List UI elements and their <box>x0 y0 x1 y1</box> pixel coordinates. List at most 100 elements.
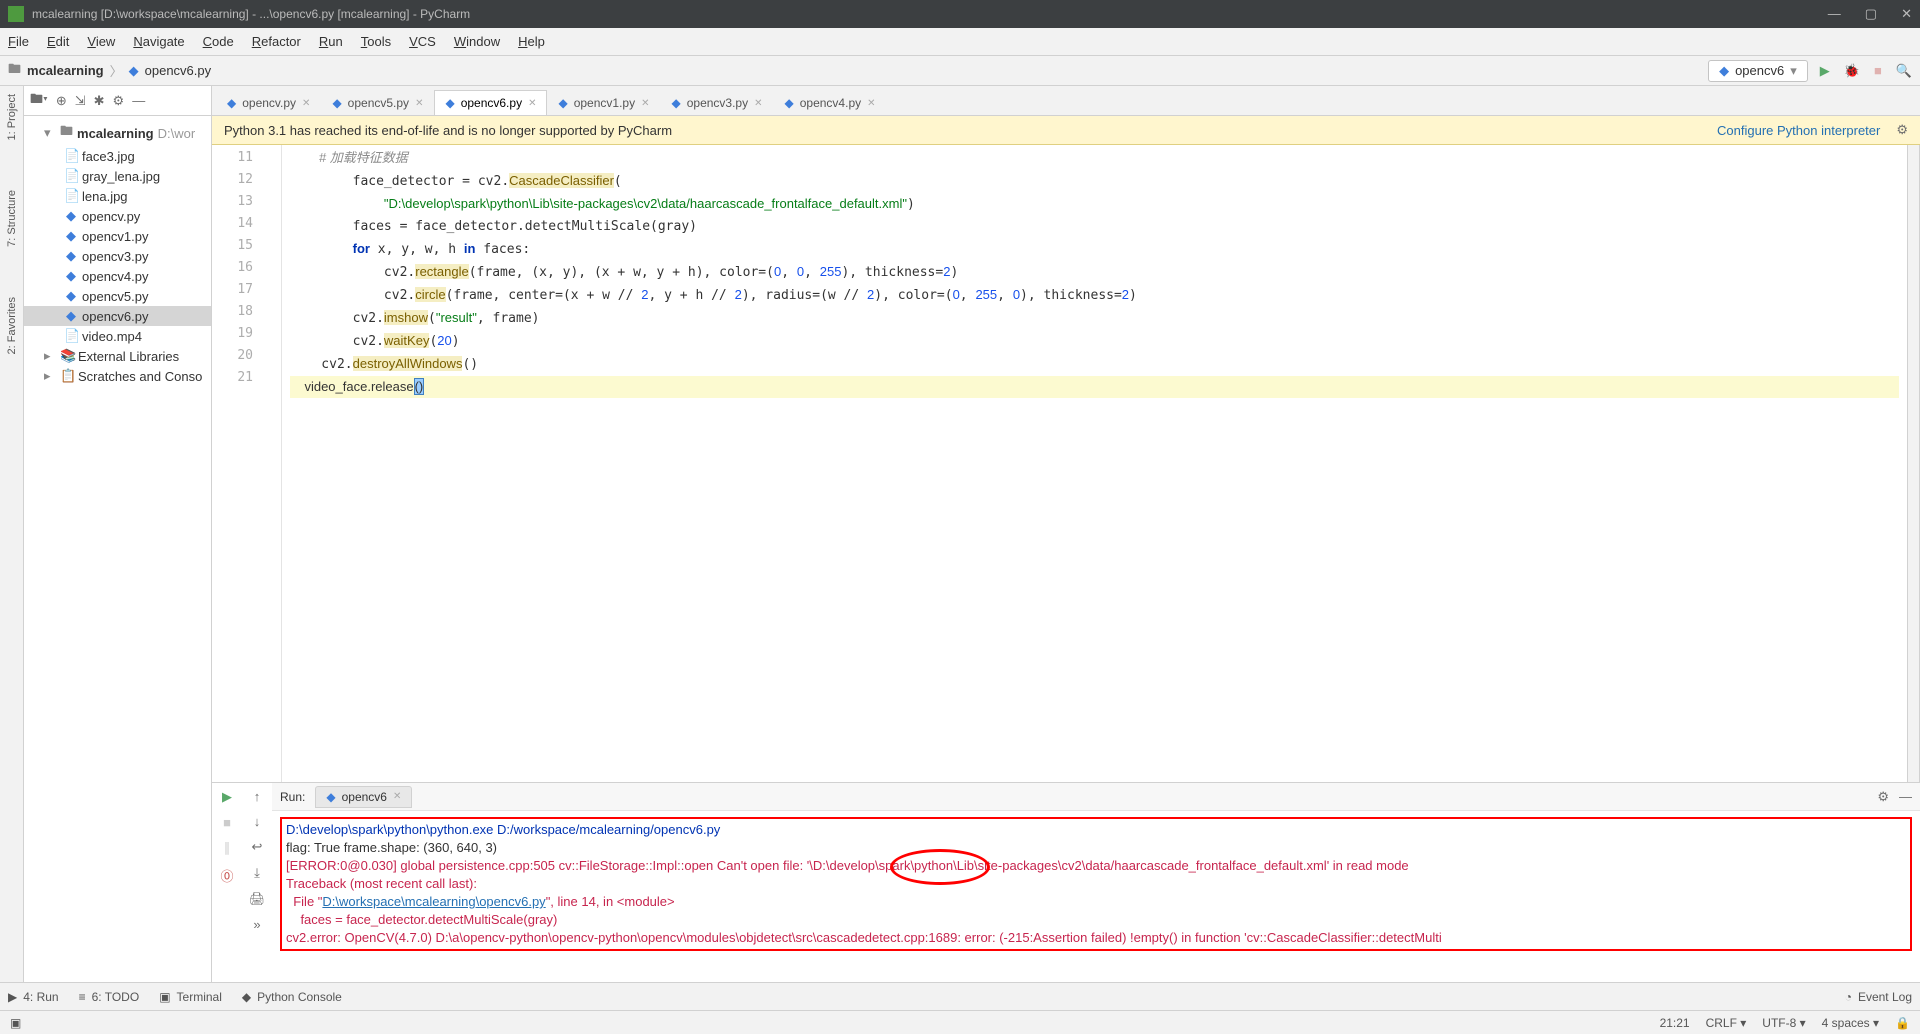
search-button[interactable]: 🔍 <box>1896 63 1912 79</box>
more-icon[interactable]: » <box>253 917 260 932</box>
run-tab-button[interactable]: ▶ 4: Run <box>8 990 59 1004</box>
close-button[interactable]: ✕ <box>1901 6 1912 22</box>
debug-button[interactable]: 🐞 <box>1844 63 1860 79</box>
bottom-tool-tabs: ▶ 4: Run ≡ 6: TODO ▣ Terminal ◆ Python C… <box>0 982 1920 1010</box>
file-encoding[interactable]: UTF-8 ▾ <box>1762 1016 1805 1030</box>
close-icon[interactable]: ✕ <box>302 98 310 109</box>
left-side-tabs: 1: Project 7: Structure 2: Favorites <box>0 86 24 982</box>
close-icon[interactable]: ✕ <box>867 98 875 109</box>
file-opencv1-py[interactable]: ◆ opencv1.py <box>24 226 211 246</box>
banner-gear-icon[interactable]: ⚙ <box>1896 122 1908 138</box>
terminal-tab-button[interactable]: ▣ Terminal <box>159 990 222 1004</box>
todo-tab-button[interactable]: ≡ 6: TODO <box>79 990 140 1004</box>
menu-refactor[interactable]: Refactor <box>252 34 301 49</box>
file-face3-jpg[interactable]: 📄 face3.jpg <box>24 146 211 166</box>
locate-icon[interactable]: ⊕ <box>56 93 67 109</box>
menu-edit[interactable]: Edit <box>47 34 69 49</box>
stop-run-button[interactable]: ■ <box>223 815 231 830</box>
navbar: 🖿 mcalearning 〉 ◆ opencv6.py ◆ opencv6 ▾… <box>0 56 1920 86</box>
close-icon[interactable]: ✕ <box>641 98 649 109</box>
file-video-mp4[interactable]: 📄 video.mp4 <box>24 326 211 346</box>
hide-icon[interactable]: — <box>132 93 145 108</box>
run-button[interactable]: ▶ <box>1820 63 1830 79</box>
close-icon[interactable]: ✕ <box>754 98 762 109</box>
caret-position[interactable]: 21:21 <box>1660 1016 1690 1030</box>
run-config-label: opencv6 <box>1735 63 1784 78</box>
menu-window[interactable]: Window <box>454 34 500 49</box>
run-hide-icon[interactable]: — <box>1899 789 1912 804</box>
line-separator[interactable]: CRLF ▾ <box>1706 1016 1747 1030</box>
close-icon[interactable]: ✕ <box>528 98 536 109</box>
menu-navigate[interactable]: Navigate <box>133 34 184 49</box>
file-opencv3-py[interactable]: ◆ opencv3.py <box>24 246 211 266</box>
project-select-icon[interactable]: 🖿▾ <box>30 90 48 112</box>
run-tab-label: opencv6 <box>342 790 387 804</box>
editor-tab-opencv1-py[interactable]: ◆opencv1.py ✕ <box>547 90 660 115</box>
run-gear-icon[interactable]: ⚙ <box>1877 789 1889 805</box>
editor-tab-opencv-py[interactable]: ◆opencv.py ✕ <box>216 90 321 115</box>
banner-text: Python 3.1 has reached its end-of-life a… <box>224 123 672 138</box>
project-root[interactable]: ▾🖿 mcalearning D:\wor <box>24 120 211 146</box>
statusbar: ▣ 21:21 CRLF ▾ UTF-8 ▾ 4 spaces ▾ 🔒 <box>0 1010 1920 1034</box>
menu-file[interactable]: File <box>8 34 29 49</box>
code-editor[interactable]: # 加载特征数据 face_detector = cv2.CascadeClas… <box>282 145 1907 782</box>
file-opencv6-py[interactable]: ◆ opencv6.py <box>24 306 211 326</box>
soft-wrap-icon[interactable]: ↩ <box>252 839 263 855</box>
python-icon: ◆ <box>326 790 335 804</box>
stop-button[interactable]: ■ <box>1874 63 1882 78</box>
configure-interpreter-link[interactable]: Configure Python interpreter <box>1717 123 1880 138</box>
project-tree[interactable]: ▾🖿 mcalearning D:\wor📄 face3.jpg📄 gray_l… <box>24 116 211 982</box>
run-tab-active[interactable]: ◆ opencv6 ✕ <box>315 786 412 808</box>
tree-external[interactable]: ▸📚 External Libraries <box>24 346 211 366</box>
minimize-button[interactable]: — <box>1828 6 1841 22</box>
close-icon[interactable]: ✕ <box>415 98 423 109</box>
menu-code[interactable]: Code <box>203 34 234 49</box>
scroll-end-icon[interactable]: ⤓ <box>254 865 260 881</box>
file-opencv5-py[interactable]: ◆ opencv5.py <box>24 286 211 306</box>
file-opencv-py[interactable]: ◆ opencv.py <box>24 206 211 226</box>
menu-vcs[interactable]: VCS <box>409 34 436 49</box>
gear-icon[interactable]: ⚙ <box>113 93 125 109</box>
event-log-button[interactable]: ◔ Event Log <box>1845 990 1912 1004</box>
exit-button[interactable]: ⓪ <box>220 866 233 885</box>
settings-icon[interactable]: ✱ <box>94 93 105 109</box>
file-opencv4-py[interactable]: ◆ opencv4.py <box>24 266 211 286</box>
error-stripe <box>1907 145 1919 782</box>
file-lena-jpg[interactable]: 📄 lena.jpg <box>24 186 211 206</box>
status-icon[interactable]: ▣ <box>10 1016 21 1030</box>
down-stack-icon[interactable]: ↓ <box>254 814 261 829</box>
run-label: Run: <box>280 790 305 804</box>
run-tool-window: ▶ ■ ∥ ⓪ ↑ ↓ ↩ ⤓ 🖨 » Run: ◆ opencv6 <box>212 782 1920 982</box>
maximize-button[interactable]: ▢ <box>1865 6 1877 22</box>
python-console-tab-button[interactable]: ◆ Python Console <box>242 990 342 1004</box>
python-icon: ◆ <box>1719 63 1729 79</box>
pause-button[interactable]: ∥ <box>224 840 231 856</box>
project-pane: 🖿▾ ⊕ ⇲ ✱ ⚙ — ▾🖿 mcalearning D:\wor📄 face… <box>24 86 212 982</box>
run-tabs: Run: ◆ opencv6 ✕ ⚙ — <box>272 783 1920 811</box>
menu-tools[interactable]: Tools <box>361 34 391 49</box>
file-gray_lena-jpg[interactable]: 📄 gray_lena.jpg <box>24 166 211 186</box>
editor-tab-opencv5-py[interactable]: ◆opencv5.py ✕ <box>321 90 434 115</box>
structure-tool-tab[interactable]: 7: Structure <box>6 190 18 247</box>
collapse-icon[interactable]: ⇲ <box>75 93 86 109</box>
close-icon[interactable]: ✕ <box>393 791 401 802</box>
indent-setting[interactable]: 4 spaces ▾ <box>1822 1016 1879 1030</box>
tree-scratches[interactable]: ▸📋 Scratches and Conso <box>24 366 211 386</box>
editor-tab-opencv4-py[interactable]: ◆opencv4.py ✕ <box>774 90 887 115</box>
rerun-button[interactable]: ▶ <box>222 789 232 805</box>
editor-tab-opencv6-py[interactable]: ◆opencv6.py ✕ <box>434 90 547 115</box>
run-config-selector[interactable]: ◆ opencv6 ▾ <box>1708 60 1808 82</box>
print-icon[interactable]: 🖨 <box>249 891 266 907</box>
breadcrumb-file: opencv6.py <box>145 63 212 78</box>
lock-icon[interactable]: 🔒 <box>1895 1016 1910 1030</box>
menu-help[interactable]: Help <box>518 34 545 49</box>
favorites-tool-tab[interactable]: 2: Favorites <box>6 297 18 354</box>
breadcrumb[interactable]: 🖿 mcalearning 〉 ◆ opencv6.py <box>8 60 211 82</box>
editor-tab-opencv3-py[interactable]: ◆opencv3.py ✕ <box>660 90 773 115</box>
menu-view[interactable]: View <box>87 34 115 49</box>
menu-run[interactable]: Run <box>319 34 343 49</box>
python-file-icon: ◆ <box>558 96 567 110</box>
project-tool-tab[interactable]: 1: Project <box>6 94 18 140</box>
up-stack-icon[interactable]: ↑ <box>254 789 261 804</box>
console-output[interactable]: D:\develop\spark\python\python.exe D:/wo… <box>272 811 1920 982</box>
